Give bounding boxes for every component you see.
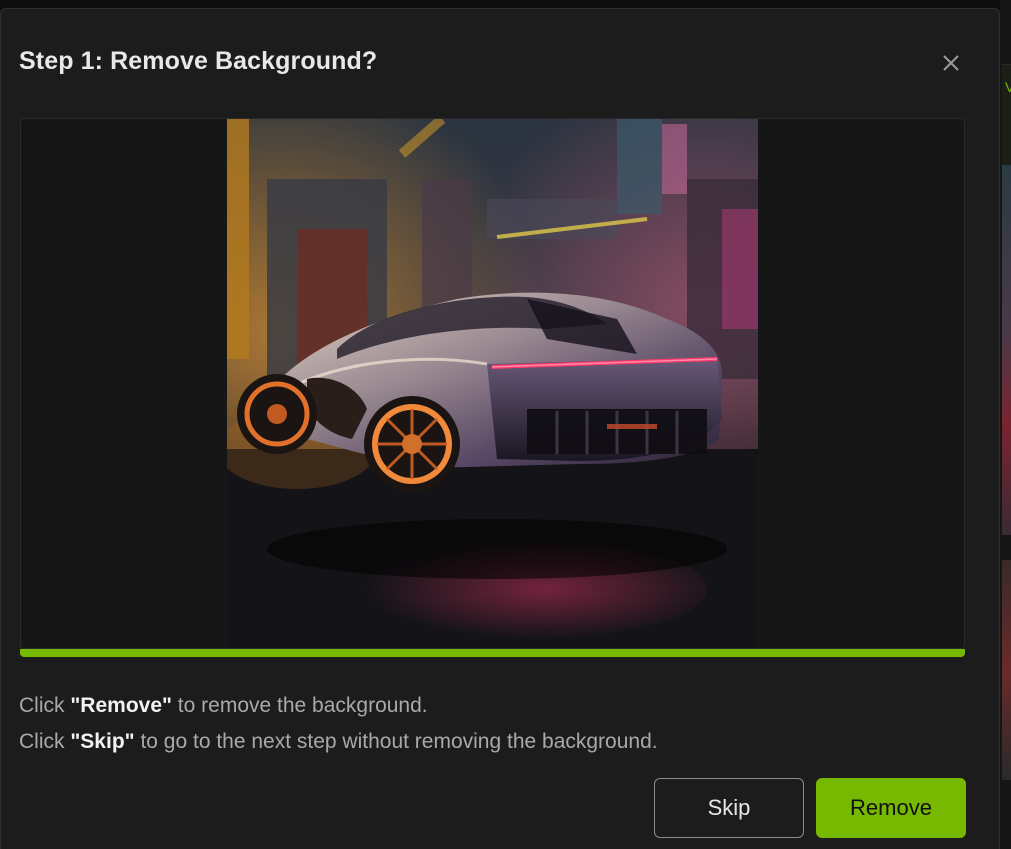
instruction-text: Click [19, 694, 71, 717]
progress-bar [20, 649, 965, 657]
skip-button[interactable]: Skip [654, 778, 804, 838]
remove-background-dialog: Step 1: Remove Background? Click "Remove… [0, 8, 1000, 849]
instructions: Click "Remove" to remove the background.… [19, 688, 658, 760]
instruction-emphasis: "Remove" [70, 694, 172, 717]
instruction-remove: Click "Remove" to remove the background. [19, 688, 658, 724]
background-app-header: V [1002, 64, 1011, 165]
background-app: V [1000, 0, 1011, 849]
instruction-text: to go to the next step without removing … [134, 730, 658, 753]
background-app-image-2 [1002, 560, 1011, 780]
car-image [227, 119, 758, 648]
close-icon[interactable] [937, 49, 965, 77]
image-preview [20, 118, 965, 649]
background-app-image [1002, 165, 1011, 535]
instruction-skip: Click "Skip" to go to the next step with… [19, 724, 658, 760]
dialog-title: Step 1: Remove Background? [19, 47, 378, 75]
instruction-text: Click [19, 730, 71, 753]
background-app-text: V [1005, 79, 1011, 95]
progress-bar-fill [20, 649, 965, 657]
remove-button[interactable]: Remove [816, 778, 966, 838]
instruction-emphasis: "Skip" [70, 730, 135, 753]
instruction-text: to remove the background. [171, 694, 428, 717]
